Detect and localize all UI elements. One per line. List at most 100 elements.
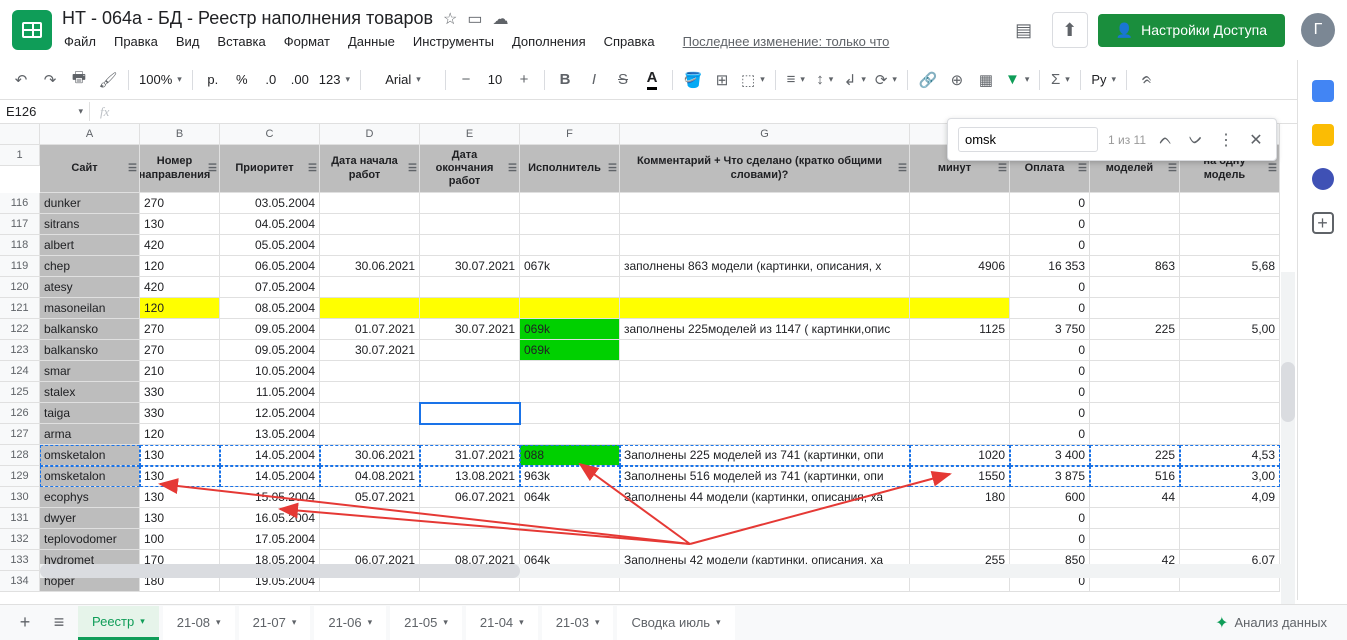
cell-start[interactable]: 04.08.2021 <box>320 466 420 487</box>
cell-exec[interactable]: 088 <box>520 445 620 466</box>
calendar-icon[interactable] <box>1312 80 1334 102</box>
row-header[interactable]: 118 <box>0 235 40 256</box>
cell-pay[interactable]: 0 <box>1010 193 1090 214</box>
column-header-cell[interactable]: Дата окончания работ☰ <box>420 145 520 193</box>
row-header[interactable]: 125 <box>0 382 40 403</box>
row-header[interactable]: 130 <box>0 487 40 508</box>
text-color-button[interactable]: A <box>639 67 665 93</box>
column-header-cell[interactable]: Дата начала работ☰ <box>320 145 420 193</box>
cell-end[interactable] <box>420 235 520 256</box>
cell-min[interactable] <box>910 361 1010 382</box>
cell-site[interactable]: balkansko <box>40 340 140 361</box>
find-prev-button[interactable]: ᨈ <box>1156 131 1176 149</box>
cell-end[interactable] <box>420 424 520 445</box>
add-sheet-button[interactable]: + <box>10 608 40 638</box>
column-header-cell[interactable]: Исполнитель☰ <box>520 145 620 193</box>
cell-end[interactable] <box>420 277 520 298</box>
row-header[interactable]: 129 <box>0 466 40 487</box>
cell-start[interactable] <box>320 424 420 445</box>
cell-start[interactable] <box>320 277 420 298</box>
cell-num[interactable]: 330 <box>140 403 220 424</box>
cell-num[interactable]: 270 <box>140 193 220 214</box>
cell-pay[interactable]: 0 <box>1010 529 1090 550</box>
cell-num[interactable]: 420 <box>140 277 220 298</box>
row-header[interactable]: 127 <box>0 424 40 445</box>
horizontal-scrollbar[interactable] <box>40 564 1281 578</box>
cell-start[interactable] <box>320 403 420 424</box>
valign-button[interactable]: ↕ <box>812 67 838 93</box>
cell-pay[interactable]: 0 <box>1010 214 1090 235</box>
cell-comment[interactable] <box>620 529 910 550</box>
filter-icon[interactable]: ☰ <box>608 163 617 175</box>
cell-num[interactable]: 120 <box>140 256 220 277</box>
cell-exec[interactable] <box>520 382 620 403</box>
cell-comment[interactable] <box>620 298 910 319</box>
menu-addons[interactable]: Дополнения <box>510 31 588 52</box>
cell-pay[interactable]: 0 <box>1010 382 1090 403</box>
cell-prio[interactable]: 14.05.2004 <box>220 466 320 487</box>
cell-comment[interactable]: Заполнены 44 модели (картинки, описания,… <box>620 487 910 508</box>
cell-comment[interactable]: Заполнены 225 моделей из 741 (картинки, … <box>620 445 910 466</box>
cell-per[interactable] <box>1180 214 1280 235</box>
cell-exec[interactable]: 069k <box>520 319 620 340</box>
zoom-select[interactable]: 100% <box>136 67 185 93</box>
comment-button[interactable]: ⊕ <box>944 67 970 93</box>
rotate-button[interactable]: ⟳ <box>872 67 900 93</box>
cell-end[interactable]: 06.07.2021 <box>420 487 520 508</box>
cell-pay[interactable]: 0 <box>1010 424 1090 445</box>
cell-pay[interactable]: 3 875 <box>1010 466 1090 487</box>
sheet-tab[interactable]: 21-04▾ <box>466 606 538 640</box>
cell-end[interactable] <box>420 340 520 361</box>
cell-num[interactable]: 330 <box>140 382 220 403</box>
cell-prio[interactable]: 15.05.2004 <box>220 487 320 508</box>
vertical-scrollbar[interactable] <box>1281 272 1295 614</box>
cell-per[interactable] <box>1180 403 1280 424</box>
cell-min[interactable]: 1125 <box>910 319 1010 340</box>
star-icon[interactable]: ☆ <box>443 9 457 29</box>
cell-end[interactable] <box>420 193 520 214</box>
toolbar-expand-button[interactable]: ᨑ <box>1134 67 1160 93</box>
cell-num[interactable]: 270 <box>140 340 220 361</box>
cell-comment[interactable]: заполнены 863 модели (картинки, описания… <box>620 256 910 277</box>
link-button[interactable]: 🔗 <box>915 67 941 93</box>
cell-start[interactable]: 01.07.2021 <box>320 319 420 340</box>
cell-site[interactable]: sitrans <box>40 214 140 235</box>
filter-icon[interactable]: ☰ <box>308 163 317 175</box>
borders-button[interactable]: ⊞ <box>709 67 735 93</box>
increase-decimal-button[interactable]: .00 <box>287 67 313 93</box>
cell-per[interactable] <box>1180 235 1280 256</box>
redo-button[interactable]: ↷ <box>37 67 63 93</box>
document-title[interactable]: НТ - 064a - БД - Реестр наполнения товар… <box>62 8 433 29</box>
cell-num[interactable]: 130 <box>140 214 220 235</box>
cell-mod[interactable] <box>1090 424 1180 445</box>
filter-icon[interactable]: ☰ <box>128 163 137 175</box>
cell-site[interactable]: smar <box>40 361 140 382</box>
cell-start[interactable]: 05.07.2021 <box>320 487 420 508</box>
cell-site[interactable]: albert <box>40 235 140 256</box>
cell-start[interactable] <box>320 382 420 403</box>
sheet-tab[interactable]: Сводка июль▾ <box>617 606 734 640</box>
cell-pay[interactable]: 16 353 <box>1010 256 1090 277</box>
cell-per[interactable]: 5,00 <box>1180 319 1280 340</box>
col-header[interactable]: G <box>620 124 910 145</box>
comment-history-icon[interactable]: ▤ <box>1006 12 1042 48</box>
row-header[interactable]: 1 <box>0 145 40 166</box>
bold-button[interactable]: B <box>552 67 578 93</box>
cell-end[interactable]: 31.07.2021 <box>420 445 520 466</box>
cell-prio[interactable]: 04.05.2004 <box>220 214 320 235</box>
menu-file[interactable]: Файл <box>62 31 98 52</box>
cell-exec[interactable] <box>520 298 620 319</box>
cell-start[interactable] <box>320 508 420 529</box>
find-more-button[interactable]: ⋮ <box>1216 130 1236 150</box>
cell-exec[interactable]: 067k <box>520 256 620 277</box>
percent-button[interactable]: % <box>229 67 255 93</box>
cell-min[interactable] <box>910 424 1010 445</box>
analyze-data-button[interactable]: ✦ Анализ данных <box>1205 609 1337 637</box>
cell-prio[interactable]: 08.05.2004 <box>220 298 320 319</box>
cell-site[interactable]: teplovodomer <box>40 529 140 550</box>
cell-site[interactable]: dunker <box>40 193 140 214</box>
menu-data[interactable]: Данные <box>346 31 397 52</box>
cell-min[interactable] <box>910 403 1010 424</box>
font-size-increase[interactable]: + <box>511 67 537 93</box>
cell-mod[interactable] <box>1090 298 1180 319</box>
